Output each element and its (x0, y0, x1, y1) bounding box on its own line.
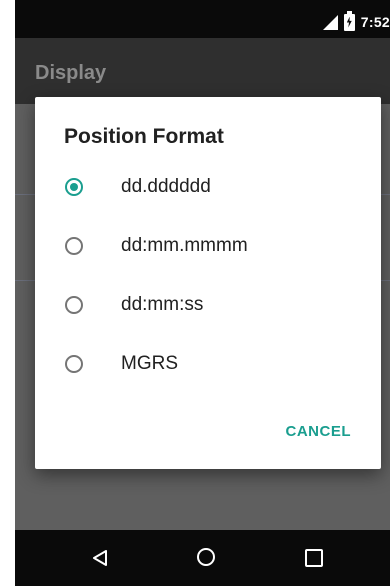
radio-unchecked-icon[interactable] (65, 237, 83, 255)
option-label: dd.dddddd (121, 176, 211, 197)
dialog-title: Position Format (64, 125, 224, 148)
recent-apps-icon[interactable] (305, 549, 323, 567)
option-mgrs[interactable]: MGRS (65, 342, 355, 386)
option-label: dd:mm:ss (121, 294, 204, 315)
cancel-button[interactable]: CANCEL (286, 423, 352, 440)
option-dd-dddddd[interactable]: dd.dddddd (65, 165, 355, 209)
status-bar: 7:52 (15, 0, 390, 38)
option-dd-mm-mmmm[interactable]: dd:mm.mmmm (65, 224, 355, 268)
app-bar: Display (15, 38, 390, 104)
signal-icon (322, 14, 338, 30)
status-icons: 7:52 (322, 10, 390, 32)
radio-checked-icon[interactable] (65, 178, 83, 196)
battery-charging-icon (343, 10, 355, 31)
navigation-bar (15, 530, 390, 586)
position-format-dialog: Position Format dd.dddddd dd:mm.mmmm dd:… (35, 97, 381, 469)
page-title: Display (35, 62, 107, 84)
option-label: MGRS (121, 353, 178, 374)
back-icon[interactable] (92, 550, 108, 566)
status-time: 7:52 (360, 14, 390, 30)
option-label: dd:mm.mmmm (121, 235, 248, 256)
radio-unchecked-icon[interactable] (65, 296, 83, 314)
radio-unchecked-icon[interactable] (65, 355, 83, 373)
option-dd-mm-ss[interactable]: dd:mm:ss (65, 283, 355, 327)
home-icon[interactable] (197, 548, 215, 566)
